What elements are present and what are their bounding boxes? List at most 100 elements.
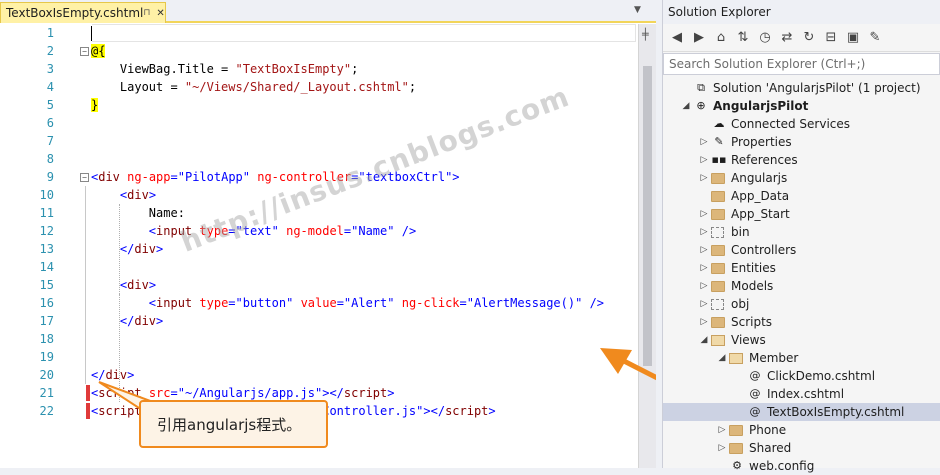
code-text: <input type="button" value="Alert" ng-cl…: [148, 296, 605, 310]
folder-icon: [711, 281, 725, 292]
folder-icon: [711, 263, 725, 274]
code-line[interactable]: 13 </div>: [0, 240, 638, 258]
expand-icon[interactable]: ▷: [699, 205, 709, 223]
scrollbar-thumb[interactable]: [643, 66, 652, 366]
close-icon[interactable]: ✕: [156, 8, 164, 19]
collapse-icon[interactable]: ◢: [681, 97, 691, 115]
tree-item-label: Connected Services: [731, 117, 851, 131]
tree-item[interactable]: @ ClickDemo.cshtml: [663, 367, 940, 385]
line-number: 21: [39, 386, 54, 400]
tree-item-label: Phone: [749, 423, 787, 437]
tree-item[interactable]: ▷ Angularjs: [663, 169, 940, 187]
expand-icon[interactable]: ▷: [699, 313, 709, 331]
expand-icon[interactable]: ▷: [699, 295, 709, 313]
pin-icon[interactable]: ⊓: [143, 8, 150, 18]
folder-icon: [711, 191, 725, 202]
expand-icon[interactable]: ▷: [699, 241, 709, 259]
tree-item[interactable]: @ Index.cshtml: [663, 385, 940, 403]
tree-item[interactable]: ▷ Controllers: [663, 241, 940, 259]
collapse-icon[interactable]: −: [80, 173, 89, 182]
tree-item[interactable]: ▷ ▪▪ References: [663, 151, 940, 169]
razor-icon: @: [749, 387, 761, 400]
search-input[interactable]: Search Solution Explorer (Ctrl+;): [663, 53, 940, 75]
cloud-icon: ☁: [713, 117, 725, 130]
home-icon[interactable]: ⌂: [713, 30, 729, 45]
tree-item[interactable]: ▷ Scripts: [663, 313, 940, 331]
collapse-icon[interactable]: ⊟: [823, 30, 839, 45]
tree-item-label: Index.cshtml: [767, 387, 845, 401]
tree-item[interactable]: ▷ App_Start: [663, 205, 940, 223]
code-line[interactable]: 16 <input type="button" value="Alert" ng…: [0, 294, 638, 312]
tree-item-label: bin: [731, 225, 750, 239]
switch-icon[interactable]: ⇄: [779, 30, 795, 45]
expand-icon[interactable]: ▷: [717, 421, 727, 439]
code-line[interactable]: 15 <div>: [0, 276, 638, 294]
dashfolder-icon: [711, 227, 724, 238]
tree-item[interactable]: ▷ bin: [663, 223, 940, 241]
back-icon[interactable]: ◀: [669, 30, 685, 45]
code-text: ViewBag.Title = "TextBoxIsEmpty";: [91, 62, 359, 76]
tree-item[interactable]: ▷ Phone: [663, 421, 940, 439]
tree-item[interactable]: ▷ obj: [663, 295, 940, 313]
code-line[interactable]: 2 − @{: [0, 42, 638, 60]
callout-annotation: 引用angularjs程式。: [139, 400, 328, 448]
expand-icon[interactable]: ▷: [699, 169, 709, 187]
tab-textboxisempty[interactable]: TextBoxIsEmpty.cshtml ⊓ ✕: [0, 2, 166, 23]
tree-item[interactable]: ⧉ Solution 'AngularjsPilot' (1 project): [663, 79, 940, 97]
tree-item-label: Views: [731, 333, 766, 347]
show-all-icon[interactable]: ▣: [845, 30, 861, 45]
tree-item[interactable]: ▷ Entities: [663, 259, 940, 277]
refs-icon: ▪▪: [711, 153, 727, 166]
collapse-icon[interactable]: ◢: [699, 331, 709, 349]
code-line[interactable]: 17 </div>: [0, 312, 638, 330]
tree-item-label: Shared: [749, 441, 792, 455]
code-line[interactable]: 14: [0, 258, 638, 276]
code-line[interactable]: 19: [0, 348, 638, 366]
line-number: 13: [39, 242, 54, 256]
tree-item[interactable]: ◢ Member: [663, 349, 940, 367]
expand-icon[interactable]: ▷: [699, 259, 709, 277]
current-line-highlight: [92, 24, 636, 42]
tree-item[interactable]: ▷ ✎ Properties: [663, 133, 940, 151]
collapse-icon[interactable]: −: [80, 47, 89, 56]
tree-item[interactable]: @ TextBoxIsEmpty.cshtml: [663, 403, 940, 421]
tree-item-label: Entities: [731, 261, 776, 275]
line-number: 18: [39, 332, 54, 346]
expand-icon[interactable]: ▷: [699, 223, 709, 241]
collapse-icon[interactable]: ◢: [717, 349, 727, 367]
solution-explorer-toolbar: ◀ ▶ ⌂ ⇅ ◷ ⇄ ↻ ⊟ ▣ ✎: [663, 24, 940, 52]
line-number: 6: [46, 116, 54, 130]
refresh-icon[interactable]: ↻: [801, 30, 817, 45]
tree-item[interactable]: ⚙ web.config: [663, 457, 940, 475]
expand-icon[interactable]: ▷: [699, 151, 709, 169]
expand-icon[interactable]: ▷: [699, 277, 709, 295]
chevron-down-icon[interactable]: ▼: [634, 5, 641, 15]
tree-item[interactable]: ◢ Views: [663, 331, 940, 349]
code-line[interactable]: 7: [0, 132, 638, 150]
expand-icon[interactable]: ▷: [717, 439, 727, 457]
code-line[interactable]: 8: [0, 150, 638, 168]
splitter-icon[interactable]: ╪: [642, 28, 649, 41]
tree-item[interactable]: ▷ Models: [663, 277, 940, 295]
razor-icon: @: [749, 369, 761, 382]
line-number: 22: [39, 404, 54, 418]
properties-icon[interactable]: ✎: [867, 30, 883, 45]
expand-icon[interactable]: ▷: [699, 133, 709, 151]
line-number: 17: [39, 314, 54, 328]
line-number: 11: [39, 206, 54, 220]
code-line[interactable]: 12 <input type="text" ng-model="Name" />: [0, 222, 638, 240]
forward-icon[interactable]: ▶: [691, 30, 707, 45]
tree-item[interactable]: ▷ Shared: [663, 439, 940, 457]
callout-text: 引用angularjs程式。: [157, 415, 302, 434]
code-text: Layout = "~/Views/Shared/_Layout.cshtml"…: [91, 80, 417, 94]
line-number: 14: [39, 260, 54, 274]
folder-open-icon: [711, 335, 725, 346]
tree-item[interactable]: ◢ ⊕ AngularjsPilot: [663, 97, 940, 115]
code-line[interactable]: 18: [0, 330, 638, 348]
line-number: 5: [46, 98, 54, 112]
tree-item[interactable]: App_Data: [663, 187, 940, 205]
code-line[interactable]: 3 ViewBag.Title = "TextBoxIsEmpty";: [0, 60, 638, 78]
tree-item[interactable]: ☁ Connected Services: [663, 115, 940, 133]
history-icon[interactable]: ◷: [757, 30, 773, 45]
sync-icon[interactable]: ⇅: [735, 30, 751, 45]
